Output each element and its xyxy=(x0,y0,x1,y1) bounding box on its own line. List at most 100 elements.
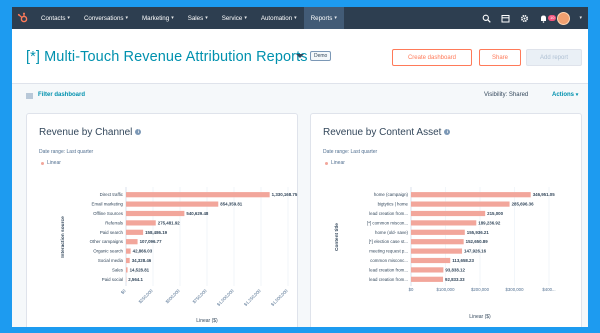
notifications-bell-icon[interactable]: 10 xyxy=(538,13,556,23)
category-label: [*] election case st... xyxy=(369,239,408,244)
filter-icon[interactable] xyxy=(26,93,33,99)
nav-contacts-label: Contacts xyxy=(41,14,66,22)
data-label: 107,096.77 xyxy=(140,239,163,244)
report-title[interactable]: Revenue by Content Asset i xyxy=(323,127,451,138)
bar xyxy=(126,210,185,217)
data-label: 285,696.36 xyxy=(512,202,535,207)
visibility-status: Visibility: Shared xyxy=(484,92,529,98)
nav-reports-label: Reports xyxy=(310,14,333,22)
report-card-revenue-by-content-asset: Revenue by Content Asset i Date range: La… xyxy=(310,113,582,327)
category-label: Offline Sources xyxy=(93,211,124,216)
x-axis-title: Linear ($) xyxy=(469,314,491,320)
x-tick-label: $0 xyxy=(409,287,414,292)
bar xyxy=(126,192,270,198)
info-icon[interactable]: i xyxy=(444,129,451,136)
chart-legend: Linear xyxy=(325,160,345,166)
nav-service[interactable]: Service ▾ xyxy=(215,7,254,29)
revenue-by-content-asset-chart: $0 $100,000 $200,000 $300,000 $400... home (c… xyxy=(334,187,556,320)
nav-marketing[interactable]: Marketing ▾ xyxy=(135,7,181,29)
search-icon[interactable] xyxy=(481,13,491,23)
date-range: Date range: Last quarter xyxy=(39,149,94,155)
chevron-down-icon: ▾ xyxy=(294,15,297,21)
dashboard-title[interactable]: [*] Multi-Touch Revenue Attribution Repo… xyxy=(26,49,308,65)
notification-count-badge: 10 xyxy=(548,15,556,21)
category-label: Sales xyxy=(112,267,124,272)
x-tick-label: $500,000 xyxy=(164,288,181,305)
bar xyxy=(126,239,138,245)
category-label: home (old- save) xyxy=(375,230,408,235)
nav-automation[interactable]: Automation ▾ xyxy=(254,7,304,29)
nav-marketing-label: Marketing xyxy=(142,14,170,22)
category-label: bigtytics | home xyxy=(378,202,409,207)
x-tick-label: $0 xyxy=(120,288,127,295)
filter-dashboard-link[interactable]: Filter dashboard xyxy=(38,92,85,98)
report-title[interactable]: Revenue by Channel i xyxy=(39,127,142,138)
bar xyxy=(411,210,486,217)
category-label: Direct traffic xyxy=(100,192,124,197)
bar xyxy=(126,248,131,254)
bar xyxy=(411,229,465,235)
category-label: [*] common miscon... xyxy=(367,220,408,225)
revenue-by-channel-chart: $0 $250,000 $500,000 $750,000 $1,000,000 $1,2… xyxy=(60,187,298,324)
category-label: Organic search xyxy=(93,249,123,254)
nav-utilities: 10 ▾ xyxy=(481,7,582,29)
dashboard-header: [*] Multi-Touch Revenue Attribution Repo… xyxy=(12,29,588,84)
category-label: lead creation from... xyxy=(369,267,408,272)
category-label: Paid social xyxy=(102,277,123,282)
x-tick-label: $250,000 xyxy=(137,288,154,305)
category-label: lead creation from... xyxy=(369,211,408,216)
data-label: 2,564.1 xyxy=(128,277,143,282)
x-tick-label: $200,000 xyxy=(471,287,490,292)
data-label: 147,926.16 xyxy=(464,249,487,254)
create-dashboard-button[interactable]: Create dashboard xyxy=(392,49,472,66)
x-tick-label: $750,000 xyxy=(191,288,208,305)
bar xyxy=(411,239,464,245)
x-axis-title: Linear ($) xyxy=(196,318,218,324)
nav-sales[interactable]: Sales ▾ xyxy=(181,7,215,29)
nav-contacts[interactable]: Contacts ▾ xyxy=(34,7,77,29)
data-label: 158,486.19 xyxy=(145,230,168,235)
report-title-text: Revenue by Content Asset xyxy=(323,127,442,138)
hubspot-logo-icon[interactable] xyxy=(12,7,34,29)
category-label: Other campaigns xyxy=(90,239,124,244)
x-tick-label: $100,000 xyxy=(437,287,456,292)
legend-label: Linear xyxy=(331,160,345,166)
legend-swatch xyxy=(41,161,44,165)
chevron-down-icon: ▾ xyxy=(205,15,208,21)
chevron-down-icon[interactable]: ▾ xyxy=(579,15,582,21)
date-range: Date range: Last quarter xyxy=(323,149,378,155)
data-label: 854,359.81 xyxy=(220,202,243,207)
data-label: 93,838.12 xyxy=(445,267,465,272)
actions-dropdown[interactable]: Actions ▾ xyxy=(552,92,578,98)
category-label: meeting request p... xyxy=(369,249,408,254)
top-nav: Contacts ▾ Conversations ▾ Marketing ▾ Sale… xyxy=(12,7,588,29)
nav-conversations[interactable]: Conversations ▾ xyxy=(77,7,135,29)
settings-gear-icon[interactable] xyxy=(519,13,529,23)
bar xyxy=(126,229,144,235)
data-label: 215,000 xyxy=(487,211,503,216)
chevron-down-icon: ▾ xyxy=(125,15,129,21)
y-axis-title: Interaction source xyxy=(60,216,66,258)
demo-badge: Demo xyxy=(310,51,332,61)
add-report-button[interactable]: Add report xyxy=(526,49,582,66)
data-label: 113,658.23 xyxy=(452,258,474,263)
bar xyxy=(411,220,477,226)
info-icon[interactable]: i xyxy=(135,129,142,136)
x-tick-label: $1,000,000 xyxy=(216,288,235,307)
legend-label: Linear xyxy=(47,160,61,166)
chevron-down-icon: ▾ xyxy=(334,15,337,21)
title-dropdown-icon[interactable] xyxy=(296,54,304,58)
data-label: 540,629.48 xyxy=(186,211,209,216)
data-label: 155,936.21 xyxy=(467,230,490,235)
nav-sales-label: Sales xyxy=(187,14,204,22)
app-window: Contacts ▾ Conversations ▾ Marketing ▾ Sale… xyxy=(12,7,588,327)
x-tick-label: $400... xyxy=(542,287,555,292)
x-tick-label: $300,000 xyxy=(506,287,525,292)
marketplace-icon[interactable] xyxy=(500,13,510,23)
category-label: Referrals xyxy=(105,220,124,225)
user-avatar[interactable] xyxy=(557,11,571,25)
nav-reports[interactable]: Reports ▾ xyxy=(303,7,344,29)
bar xyxy=(126,201,219,207)
report-title-text: Revenue by Channel xyxy=(39,127,133,138)
share-button[interactable]: Share xyxy=(479,49,521,66)
